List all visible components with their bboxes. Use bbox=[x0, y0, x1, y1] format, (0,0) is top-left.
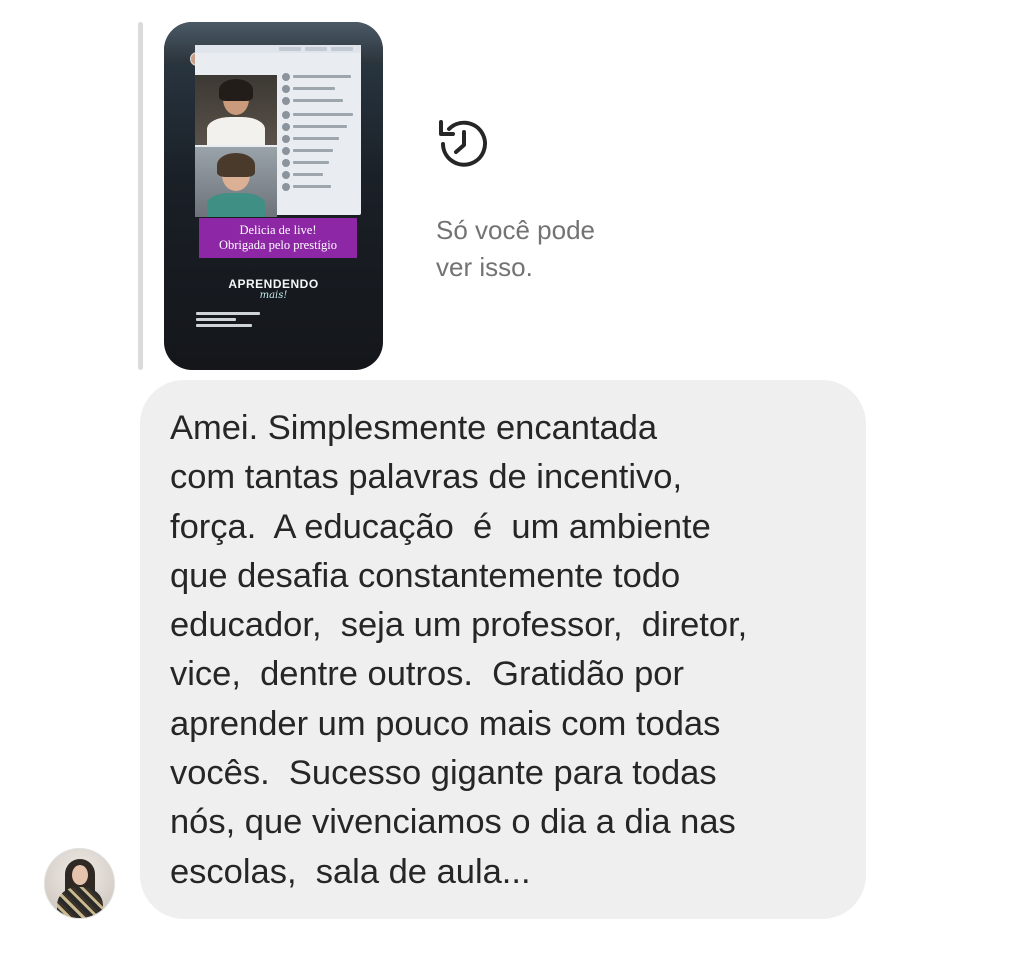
message-line: nós, que vivenciamos o dia a dia nas bbox=[170, 803, 736, 842]
ephemeral-notice: Só você pode ver isso. bbox=[436, 212, 595, 286]
message-line: vocês. Sucesso gigante para todas bbox=[170, 754, 717, 793]
story-sticker-subtitle: mais! bbox=[259, 290, 288, 301]
message-line: que desafia constantemente todo bbox=[170, 556, 681, 595]
message-line: Amei. Simplesmente encantada bbox=[170, 409, 658, 447]
history-clock-icon bbox=[439, 120, 487, 167]
message-line: escolas, sala de aula... bbox=[170, 852, 531, 891]
ephemeral-notice-line-2: ver isso. bbox=[436, 252, 533, 282]
story-caption-line-1: Delicia de live! bbox=[239, 223, 317, 237]
live-participant-video-1 bbox=[195, 75, 277, 145]
ephemeral-notice-line-1: Só você pode bbox=[436, 215, 596, 245]
reply-indicator-line bbox=[138, 22, 143, 370]
story-caption-line-2: Obrigada pelo prestígio bbox=[218, 238, 338, 252]
story-mentions bbox=[196, 312, 266, 330]
message-line: força. A educação é um ambiente bbox=[170, 507, 711, 546]
message-line: vice, dentre outros. Gratidão por bbox=[170, 655, 684, 694]
sender-avatar[interactable] bbox=[44, 848, 115, 919]
message-line: com tantas palavras de incentivo, bbox=[170, 458, 683, 497]
story-sticker-title: APRENDENDO bbox=[228, 277, 319, 291]
screen-top-bar bbox=[195, 45, 361, 53]
message-line: educador, seja um professor, diretor, bbox=[170, 606, 748, 645]
message-text: Amei. Simplesmente encantada com tantas … bbox=[170, 404, 850, 897]
live-participant-video-2 bbox=[195, 147, 277, 217]
message-line: aprender um pouco mais com todas bbox=[170, 704, 721, 743]
